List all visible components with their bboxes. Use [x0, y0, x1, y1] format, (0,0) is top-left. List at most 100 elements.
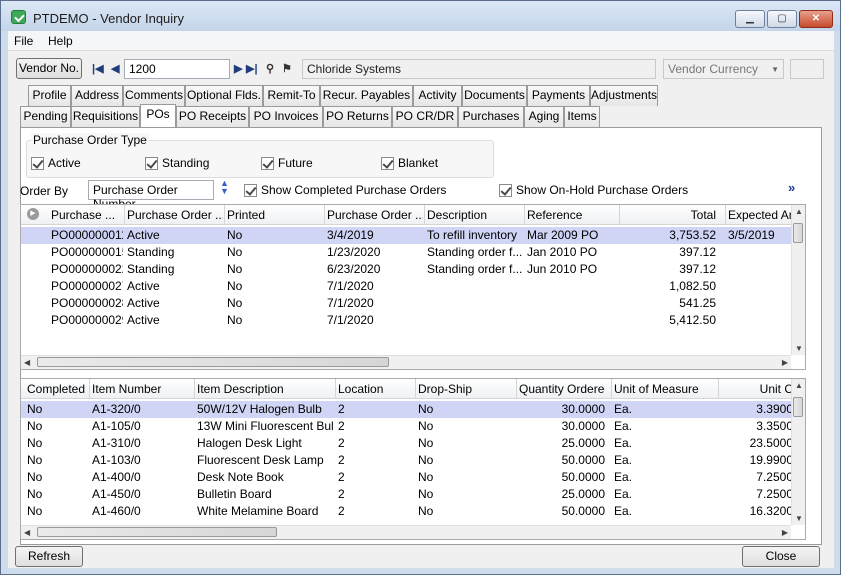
tab-remit-to[interactable]: Remit-To — [263, 85, 320, 106]
column-header[interactable]: Total — [622, 208, 716, 222]
table-row[interactable]: No A1-105/0 13W Mini Fluorescent Bulb 2 No 30… — [21, 418, 805, 435]
table-row[interactable]: PO000000015 Standing No 1/23/2020 Standing o… — [21, 244, 805, 261]
close-window-button[interactable]: ✕ — [799, 10, 833, 28]
vendor-no-button[interactable]: Vendor No. — [16, 58, 82, 79]
first-icon[interactable]: |◀ — [92, 62, 104, 75]
table-row[interactable]: PO000000011 Active No 3/4/2019 To refill inv… — [21, 227, 805, 244]
future-checkbox[interactable]: Future — [261, 156, 313, 170]
last-icon[interactable]: ▶| — [246, 62, 258, 75]
next-icon[interactable]: ▶ — [234, 62, 242, 75]
table-cell: 1,082.50 — [669, 279, 716, 293]
column-header[interactable]: Item Number — [92, 382, 192, 396]
sort-toggle-icon[interactable]: ▲ ▼ — [220, 179, 229, 196]
tab-po-invoices[interactable]: PO Invoices — [249, 106, 323, 127]
tab-po-cr-dr[interactable]: PO CR/DR — [392, 106, 458, 127]
column-header[interactable]: Reference — [527, 208, 619, 222]
table-cell: 50W/12V Halogen Bulb — [197, 402, 322, 416]
order-by-select[interactable]: Purchase Order Number — [88, 180, 214, 211]
column-header[interactable]: Printed — [227, 208, 323, 222]
tab-aging[interactable]: Aging — [524, 106, 564, 127]
vertical-scrollbar[interactable]: ▲ ▼ — [791, 205, 805, 355]
table-row[interactable]: PO000000022 Standing No 6/23/2020 Standing o… — [21, 261, 805, 278]
tab-activity[interactable]: Activity — [413, 85, 462, 106]
po-grid[interactable]: Purchase ... Purchase Order ... Printed Pur… — [20, 204, 806, 370]
menu-help[interactable]: Help — [48, 34, 73, 48]
column-header[interactable]: Description — [427, 208, 523, 222]
tab-pos[interactable]: POs — [140, 104, 176, 127]
table-cell: No — [418, 402, 434, 416]
column-header[interactable]: Location — [338, 382, 414, 396]
minimize-button[interactable]: ▁ — [735, 10, 765, 28]
tab-address[interactable]: Address — [71, 85, 123, 106]
expand-icon[interactable]: » — [788, 180, 795, 195]
column-header[interactable]: Unit C — [721, 382, 793, 396]
memo-icon[interactable]: ⚑ — [282, 62, 292, 75]
column-header[interactable]: Completed — [27, 382, 87, 396]
tab-optional-flds[interactable]: Optional Flds. — [185, 85, 263, 106]
column-header[interactable]: Purchase Order ... — [127, 208, 223, 222]
scroll-thumb[interactable] — [37, 527, 277, 537]
table-row[interactable]: PO000000028 Active No 7/1/2020 541.25 — [21, 295, 805, 312]
vendor-number-input[interactable]: 1200 — [124, 59, 230, 79]
scroll-up-icon[interactable]: ▲ — [795, 207, 803, 216]
column-header[interactable]: Expected Am — [728, 208, 800, 222]
table-row[interactable]: No A1-320/0 50W/12V Halogen Bulb 2 No 30.0000… — [21, 401, 805, 418]
scroll-thumb[interactable] — [793, 223, 803, 243]
show-on-hold-checkbox[interactable]: Show On-Hold Purchase Orders — [499, 183, 688, 197]
column-header[interactable]: Unit of Measure — [614, 382, 716, 396]
table-cell: No — [418, 470, 434, 484]
table-row[interactable]: No A1-103/0 Fluorescent Desk Lamp 2 No 50.000… — [21, 452, 805, 469]
vertical-scrollbar[interactable]: ▲ ▼ — [791, 379, 805, 525]
scroll-right-icon[interactable]: ▶ — [782, 528, 788, 537]
active-checkbox[interactable]: Active — [31, 156, 81, 170]
item-grid[interactable]: Completed Item Number Item Description Loca… — [20, 378, 806, 540]
scroll-right-icon[interactable]: ▶ — [782, 358, 788, 367]
refresh-button[interactable]: Refresh — [15, 546, 83, 567]
lookup-icon[interactable]: ⚲ — [266, 62, 274, 75]
table-row[interactable]: No A1-460/0 White Melamine Board 2 No 50.0000… — [21, 503, 805, 520]
scroll-down-icon[interactable]: ▼ — [795, 514, 803, 523]
tab-comments[interactable]: Comments — [123, 85, 185, 106]
column-header[interactable]: Purchase ... — [51, 208, 123, 222]
table-row[interactable]: No A1-400/0 Desk Note Book 2 No 50.0000 Ea. 7.2… — [21, 469, 805, 486]
tab-po-receipts[interactable]: PO Receipts — [176, 106, 249, 127]
tab-requisitions[interactable]: Requisitions — [71, 106, 140, 127]
tab-profile[interactable]: Profile — [28, 85, 71, 106]
scroll-down-icon[interactable]: ▼ — [795, 344, 803, 353]
menu-file[interactable]: File — [14, 34, 33, 48]
tab-purchases[interactable]: Purchases — [458, 106, 524, 127]
table-cell: Standing — [127, 245, 175, 259]
column-header[interactable]: Drop-Ship — [418, 382, 514, 396]
tab-payments[interactable]: Payments — [527, 85, 590, 106]
column-header[interactable]: Purchase Order ... — [327, 208, 423, 222]
scroll-left-icon[interactable]: ◀ — [24, 528, 30, 537]
show-completed-checkbox[interactable]: Show Completed Purchase Orders — [244, 183, 446, 197]
tab-po-returns[interactable]: PO Returns — [323, 106, 392, 127]
prev-icon[interactable]: ◀ — [111, 62, 119, 75]
tab-documents[interactable]: Documents — [462, 85, 527, 106]
tab-recur-payables[interactable]: Recur. Payables — [320, 85, 413, 106]
horizontal-scrollbar[interactable]: ◀ ▶ — [21, 525, 791, 539]
table-row[interactable]: No A1-450/0 Bulletin Board 2 No 25.0000 Ea. 7.2… — [21, 486, 805, 503]
tab-items[interactable]: Items — [564, 106, 600, 127]
table-cell: Active — [127, 228, 160, 242]
column-divider — [224, 205, 225, 225]
table-row[interactable]: No A1-310/0 Halogen Desk Light 2 No 25.0000 Ea… — [21, 435, 805, 452]
table-row[interactable]: PO000000029 Active No 7/1/2020 5,412.50 — [21, 312, 805, 329]
column-header[interactable]: Quantity Ordered — [519, 382, 605, 396]
table-cell: 397.12 — [679, 245, 716, 259]
standing-checkbox[interactable]: Standing — [145, 156, 209, 170]
scroll-left-icon[interactable]: ◀ — [24, 358, 30, 367]
scroll-thumb[interactable] — [37, 357, 389, 367]
tab-pending[interactable]: Pending — [20, 106, 71, 127]
scroll-up-icon[interactable]: ▲ — [795, 381, 803, 390]
blanket-checkbox[interactable]: Blanket — [381, 156, 438, 170]
column-header[interactable]: Item Description — [197, 382, 333, 396]
scroll-thumb[interactable] — [793, 397, 803, 417]
close-button[interactable]: Close — [742, 546, 820, 567]
table-row[interactable]: PO000000027 Active No 7/1/2020 1,082.50 — [21, 278, 805, 295]
horizontal-scrollbar[interactable]: ◀ ▶ — [21, 355, 791, 369]
currency-select[interactable]: Vendor Currency ▼ — [663, 59, 784, 79]
maximize-button[interactable]: ▢ — [767, 10, 797, 28]
tab-adjustments[interactable]: Adjustments — [590, 85, 658, 106]
